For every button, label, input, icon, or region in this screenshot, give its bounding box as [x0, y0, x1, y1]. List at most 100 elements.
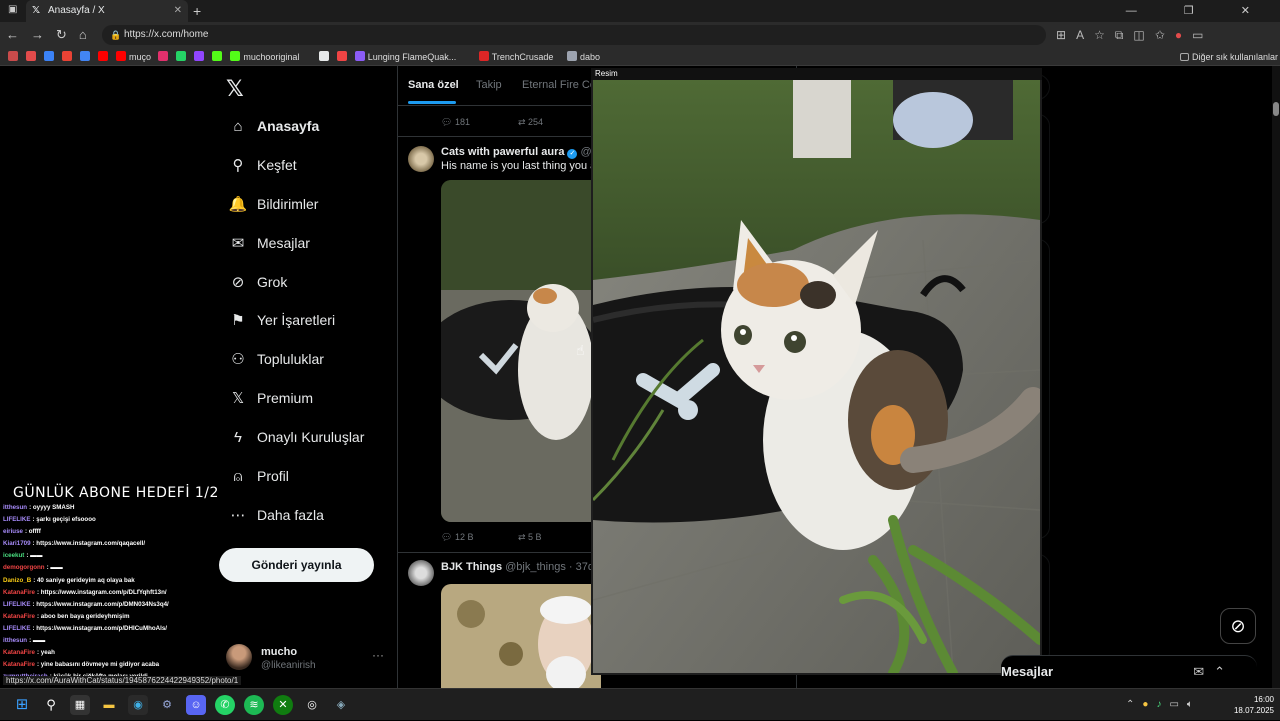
- window-controls[interactable]: — ❐ ✕: [1126, 0, 1272, 22]
- sidebar-item-label: Topluluklar: [257, 351, 324, 367]
- bookmark-mu-o[interactable]: muço: [116, 48, 151, 66]
- task-view-icon[interactable]: ▦: [70, 695, 90, 715]
- clock-time: 16:00: [1253, 695, 1274, 704]
- new-tab-button[interactable]: +: [193, 0, 201, 22]
- windows-start-icon[interactable]: ⊞: [12, 695, 32, 715]
- messages-dock[interactable]: Mesajlar ✉⌃: [1001, 655, 1257, 688]
- app-icon[interactable]: ◈: [331, 695, 351, 715]
- reply-count[interactable]: 💬︎ 181: [441, 117, 470, 128]
- tray-app-icon[interactable]: ●: [1142, 699, 1156, 710]
- chat-text: : aboo ben baya gerideyhmişim: [36, 612, 130, 620]
- new-message-icon[interactable]: ✉: [1193, 664, 1214, 679]
- read-aloud-icon[interactable]: A: [1076, 28, 1094, 42]
- sidebar-item-grok[interactable]: ⊘ Grok: [227, 270, 288, 294]
- edge-browser-icon[interactable]: ◉: [128, 695, 148, 715]
- bookmark-dabo[interactable]: dabo: [567, 48, 600, 66]
- refresh-icon[interactable]: ↻: [56, 27, 79, 42]
- split-screen-icon[interactable]: ◫: [1133, 28, 1154, 42]
- bookmark-icon-7[interactable]: [158, 48, 171, 66]
- repost-count[interactable]: ⇄ 254: [518, 117, 543, 128]
- sidebar-item-notifications[interactable]: 🔔 Bildirimler: [227, 192, 319, 216]
- post-avatar[interactable]: [408, 560, 434, 586]
- more-icon[interactable]: ···: [372, 648, 384, 662]
- sidebar-item-home[interactable]: ⌂ Anasayfa: [227, 114, 319, 138]
- sidebar-item-messages[interactable]: ✉ Mesajlar: [227, 231, 310, 255]
- bookmark-icon-12[interactable]: [318, 48, 332, 66]
- repost-count[interactable]: ⇄ 5 B: [518, 532, 542, 543]
- x-home-logo-icon[interactable]: 𝕏: [226, 76, 244, 102]
- bookmark-lunging-flamequak[interactable]: Lunging FlameQuak...: [354, 48, 456, 66]
- chat-message: KatanaFire: yine babasını dövmeye mi gid…: [3, 659, 243, 671]
- sidebar-toggle-icon[interactable]: ▭: [1192, 28, 1213, 42]
- bookmarks-icon: ⚑: [231, 312, 245, 329]
- bookmark-trenchcrusade[interactable]: TrenchCrusade: [478, 48, 553, 66]
- image-viewer[interactable]: Resim: [591, 68, 1042, 675]
- chat-username: demogorgonn: [3, 564, 45, 572]
- mic-icon[interactable]: ♪: [1156, 699, 1169, 710]
- bookmark-icon-9[interactable]: [194, 48, 207, 66]
- spotify-icon[interactable]: ≋: [244, 695, 264, 715]
- bookmark-icon-8[interactable]: [176, 48, 189, 66]
- search-icon[interactable]: ⚲: [41, 695, 61, 715]
- app-install-icon[interactable]: ⊞: [1056, 28, 1076, 42]
- expand-icon[interactable]: ⌃: [1214, 664, 1235, 679]
- whatsapp-icon[interactable]: ✆: [215, 695, 235, 715]
- explore-icon: ⚲: [232, 157, 244, 174]
- display-icon[interactable]: ▭: [1169, 699, 1186, 710]
- account-switcher[interactable]: mucho @likeanirish ···: [226, 644, 386, 674]
- discord-icon[interactable]: ☺: [186, 695, 206, 715]
- other-bookmarks[interactable]: Diğer sık kullanılanlar: [1180, 48, 1278, 66]
- tab-following[interactable]: Takip: [476, 79, 502, 91]
- chat-message: LIFELIKE: https://www.instagram.com/p/DM…: [3, 599, 243, 611]
- extensions-icon[interactable]: ⧉: [1115, 28, 1134, 42]
- sidebar-item-profile[interactable]: ⍝ Profil: [227, 464, 288, 488]
- sidebar-item-premium[interactable]: 𝕏 Premium: [227, 386, 313, 410]
- grok-button[interactable]: ⊘: [1220, 608, 1256, 644]
- file-explorer-icon[interactable]: ▬: [99, 695, 119, 715]
- browser-tab-active[interactable]: 𝕏 Anasayfa / X ✕: [26, 0, 188, 22]
- sidebar-item-verified-orgs[interactable]: ϟ Onaylı Kuruluşlar: [227, 425, 364, 449]
- bookmark-icon-4[interactable]: [80, 48, 93, 66]
- chat-text: : offff: [24, 528, 41, 536]
- page-scrollbar[interactable]: [1272, 66, 1280, 688]
- scrollbar-thumb[interactable]: [1273, 102, 1279, 116]
- windows-taskbar: ⊞ ⚲ ▦ ▬ ◉ ⚙ ☺ ✆ ≋ ✕ ◎ ◈ ⌃●♪▭🔈︎ 16:00 18.…: [0, 688, 1280, 720]
- favorites-icon[interactable]: ✩: [1155, 28, 1175, 42]
- bookmark-icon-5[interactable]: [98, 48, 111, 66]
- tab-close-icon[interactable]: ✕: [174, 0, 182, 22]
- post-author[interactable]: Cats with pawerful aura✓@Au: [441, 146, 605, 159]
- xbox-icon[interactable]: ✕: [273, 695, 293, 715]
- post-author[interactable]: BJK Things @bjk_things · 37d: [441, 561, 594, 573]
- home-icon[interactable]: ⌂: [79, 27, 99, 42]
- favorite-star-icon[interactable]: ☆: [1094, 28, 1115, 42]
- chat-message: KatanaFire: aboo ben baya gerideyhmişim: [3, 611, 243, 623]
- steam-icon[interactable]: ⚙: [157, 695, 177, 715]
- volume-icon[interactable]: 🔈︎: [1187, 699, 1201, 710]
- post-avatar[interactable]: [408, 146, 434, 172]
- tray-expand-icon[interactable]: ⌃: [1126, 699, 1142, 710]
- sidebar-item-bookmarks[interactable]: ⚑ Yer İşaretleri: [227, 308, 335, 332]
- tab-for-you[interactable]: Sana özel: [408, 79, 459, 91]
- back-icon[interactable]: ←: [6, 27, 31, 42]
- reply-count[interactable]: 💬︎ 12 B: [441, 532, 473, 543]
- bookmark-icon-10[interactable]: [212, 48, 225, 66]
- sidebar-item-explore[interactable]: ⚲ Keşfet: [227, 153, 297, 177]
- game-app-icon[interactable]: ◎: [302, 695, 322, 715]
- url-input[interactable]: 🔒 https://x.com/home: [102, 25, 1046, 45]
- profile-icon[interactable]: ●: [1175, 28, 1192, 42]
- bookmark-muchooriginal[interactable]: muchooriginal: [230, 48, 299, 66]
- tab-actions-icon[interactable]: ▣: [8, 4, 17, 15]
- bookmark-icon-13[interactable]: [336, 48, 350, 66]
- bookmark-icon-2[interactable]: [44, 48, 57, 66]
- verified-badge-icon: ✓: [567, 149, 578, 159]
- bookmark-icon-3[interactable]: [62, 48, 75, 66]
- tab-eternal-fire[interactable]: Eternal Fire Co: [522, 79, 596, 91]
- post-image[interactable]: [441, 584, 601, 688]
- bookmark-icon-1[interactable]: [26, 48, 39, 66]
- forward-icon[interactable]: →: [31, 27, 56, 42]
- system-clock[interactable]: 16:00 18.07.2025: [1224, 694, 1274, 716]
- cat-photo[interactable]: [593, 80, 1040, 673]
- bookmark-icon-0[interactable]: [8, 48, 21, 66]
- sidebar-item-communities[interactable]: ⚇ Topluluklar: [227, 347, 324, 371]
- cat-photo-full: [593, 80, 1040, 673]
